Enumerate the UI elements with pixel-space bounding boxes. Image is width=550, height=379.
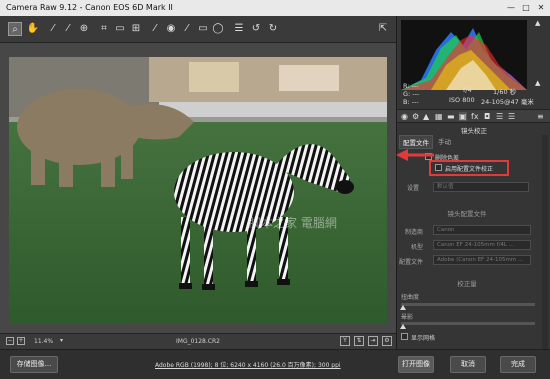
camera-calibration-icon[interactable]: ◘ [484, 112, 490, 121]
targeted-adjustment-icon[interactable]: ⊕ [77, 22, 91, 36]
preferences-icon[interactable]: ☰ [232, 22, 246, 36]
window-title-bar: Camera Raw 9.12 - Canon EOS 6D Mark II —… [0, 0, 550, 16]
panel-title: 镜头校正 [461, 127, 487, 135]
annotation-arrow [396, 149, 434, 161]
basic-icon[interactable]: ◉ [401, 112, 408, 121]
maker-value: Canon [437, 227, 455, 233]
image-canvas[interactable]: 脚本之家 電腦網 [0, 43, 396, 333]
tone-curve-icon[interactable]: ⚙ [412, 112, 419, 121]
adjustment-brush-icon[interactable]: ⁄ [180, 22, 194, 36]
straighten-icon[interactable]: ▭ [113, 22, 127, 36]
file-name: IMG_0128.CR2 [176, 338, 220, 345]
vignette-label: 晕影 [401, 314, 414, 321]
lens-focal: 24-105@47 毫米 [481, 98, 534, 106]
setup-select[interactable]: 默认值 [433, 182, 529, 192]
show-grid-label: 显示网格 [411, 335, 436, 342]
profile-label: 配置文件 [399, 259, 424, 266]
setup-value: 默认值 [437, 184, 454, 190]
workflow-options-link[interactable]: Adobe RGB (1998); 8 位; 6240 x 4160 (26.0… [155, 360, 341, 369]
yy-compare-icon[interactable]: Y [340, 336, 350, 346]
detail-icon[interactable]: ▲ [423, 112, 429, 121]
maker-label: 制造商 [405, 229, 424, 236]
distortion-slider-thumb[interactable] [400, 305, 406, 310]
distortion-label: 扭曲度 [401, 294, 420, 301]
open-image-button[interactable]: 打开图像 [398, 356, 434, 373]
hand-icon[interactable]: ✋ [26, 22, 40, 36]
zoom-level[interactable]: 11.4% [34, 338, 53, 345]
window-title: Camera Raw 9.12 - Canon EOS 6D Mark II [6, 3, 173, 12]
panel-tabs: ◉ ⚙ ▲ ▦ ▬ ▣ fx ◘ ☰ ☰ ≡ [397, 109, 550, 123]
profile-header: 镜头配置文件 [447, 210, 487, 218]
watermark-text: 脚本之家 電腦網 [249, 215, 337, 230]
shutter-speed: 1/60 秒 [493, 88, 517, 96]
presets-icon[interactable]: ☰ [496, 112, 503, 121]
tool-bar: ⌕ ✋ ⁄ ⁄ ⊕ ⌗ ▭ ⊞ ⁄ ◉ ⁄ ▭ ◯ ☰ ↺ ↻ ⇱ [0, 16, 396, 43]
color-sampler-icon[interactable]: ⁄ [61, 22, 75, 36]
zoom-icon[interactable]: ⌕ [8, 22, 22, 36]
footer-bar: 存储图像... Adobe RGB (1998); 8 位; 6240 x 41… [0, 349, 550, 379]
zoom-in-button[interactable]: + [17, 337, 25, 345]
aperture: f/4 [463, 86, 472, 94]
enable-profile-label: 启用配置文件校正 [445, 166, 494, 173]
toggle-settings-icon[interactable]: ⚙ [382, 336, 392, 346]
histogram-graph [401, 28, 527, 90]
hsl-icon[interactable]: ▦ [435, 112, 443, 121]
distortion-slider[interactable] [401, 303, 535, 306]
show-grid-checkbox[interactable] [401, 333, 408, 340]
histogram [401, 20, 527, 90]
adjustment-panel: ▲ ▲ R: --- G: --- B: --- f/4 1/60 秒 ISO … [396, 16, 550, 349]
model-label: 机型 [411, 244, 424, 251]
close-button[interactable]: ✕ [534, 2, 548, 14]
panel-scrollbar[interactable] [542, 135, 548, 349]
maker-select[interactable]: Canon [433, 225, 531, 235]
white-balance-icon[interactable]: ⁄ [46, 22, 60, 36]
graduated-filter-icon[interactable]: ▭ [196, 22, 210, 36]
cancel-button[interactable]: 取消 [450, 356, 486, 373]
profile-select[interactable]: Adobe (Canon EF 24-105mm ... [433, 255, 531, 265]
rgb-b: B: --- [403, 98, 419, 106]
photo-preview: 脚本之家 電腦網 [9, 57, 387, 324]
maximize-button[interactable]: □ [519, 2, 533, 14]
status-bar: − + 11.4% ▾ IMG_0128.CR2 Y ⇅ ⇥ ⚙ [0, 333, 396, 349]
shadow-clip-icon[interactable]: ▲ [535, 19, 540, 27]
model-value: Canon EF 24-105mm f/4L ... [437, 242, 514, 248]
vignette-slider[interactable] [401, 322, 535, 325]
rgb-g: G: --- [403, 90, 420, 98]
zoom-out-button[interactable]: − [6, 337, 14, 345]
model-select[interactable]: Canon EF 24-105mm f/4L ... [433, 240, 531, 250]
vignette-slider-thumb[interactable] [400, 324, 406, 329]
transform-icon[interactable]: ⊞ [129, 22, 143, 36]
photo-scene: 脚本之家 電腦網 [9, 57, 387, 324]
radial-filter-icon[interactable]: ◯ [211, 22, 225, 36]
lens-icon[interactable]: ▣ [459, 112, 467, 121]
tab-profile[interactable]: 配置文件 [399, 135, 433, 149]
snapshots-icon[interactable]: ☰ [508, 112, 515, 121]
fullscreen-icon[interactable]: ⇱ [376, 22, 390, 36]
rotate-cw-icon[interactable]: ↻ [266, 22, 280, 36]
iso: ISO 800 [449, 96, 475, 104]
tab-manual[interactable]: 手动 [435, 135, 454, 147]
swap-icon[interactable]: ⇅ [354, 336, 364, 346]
minimize-button[interactable]: — [504, 2, 518, 14]
setup-label: 设置 [407, 185, 420, 192]
highlight-clip-icon[interactable]: ▲ [535, 79, 540, 87]
profile-value: Adobe (Canon EF 24-105mm ... [437, 257, 524, 263]
save-image-button[interactable]: 存储图像... [10, 356, 58, 373]
panel-menu-icon[interactable]: ≡ [537, 112, 544, 121]
correction-header: 校正量 [457, 280, 477, 288]
spot-removal-icon[interactable]: ⁄ [148, 22, 162, 36]
split-toning-icon[interactable]: ▬ [447, 112, 455, 121]
chevron-down-icon[interactable]: ▾ [60, 337, 63, 344]
done-button[interactable]: 完成 [500, 356, 536, 373]
crop-icon[interactable]: ⌗ [97, 22, 111, 36]
rgb-r: R: --- [403, 82, 419, 90]
red-eye-icon[interactable]: ◉ [164, 22, 178, 36]
fx-icon[interactable]: fx [471, 112, 479, 121]
copy-settings-icon[interactable]: ⇥ [368, 336, 378, 346]
rotate-ccw-icon[interactable]: ↺ [249, 22, 263, 36]
enable-profile-checkbox[interactable] [435, 164, 442, 171]
